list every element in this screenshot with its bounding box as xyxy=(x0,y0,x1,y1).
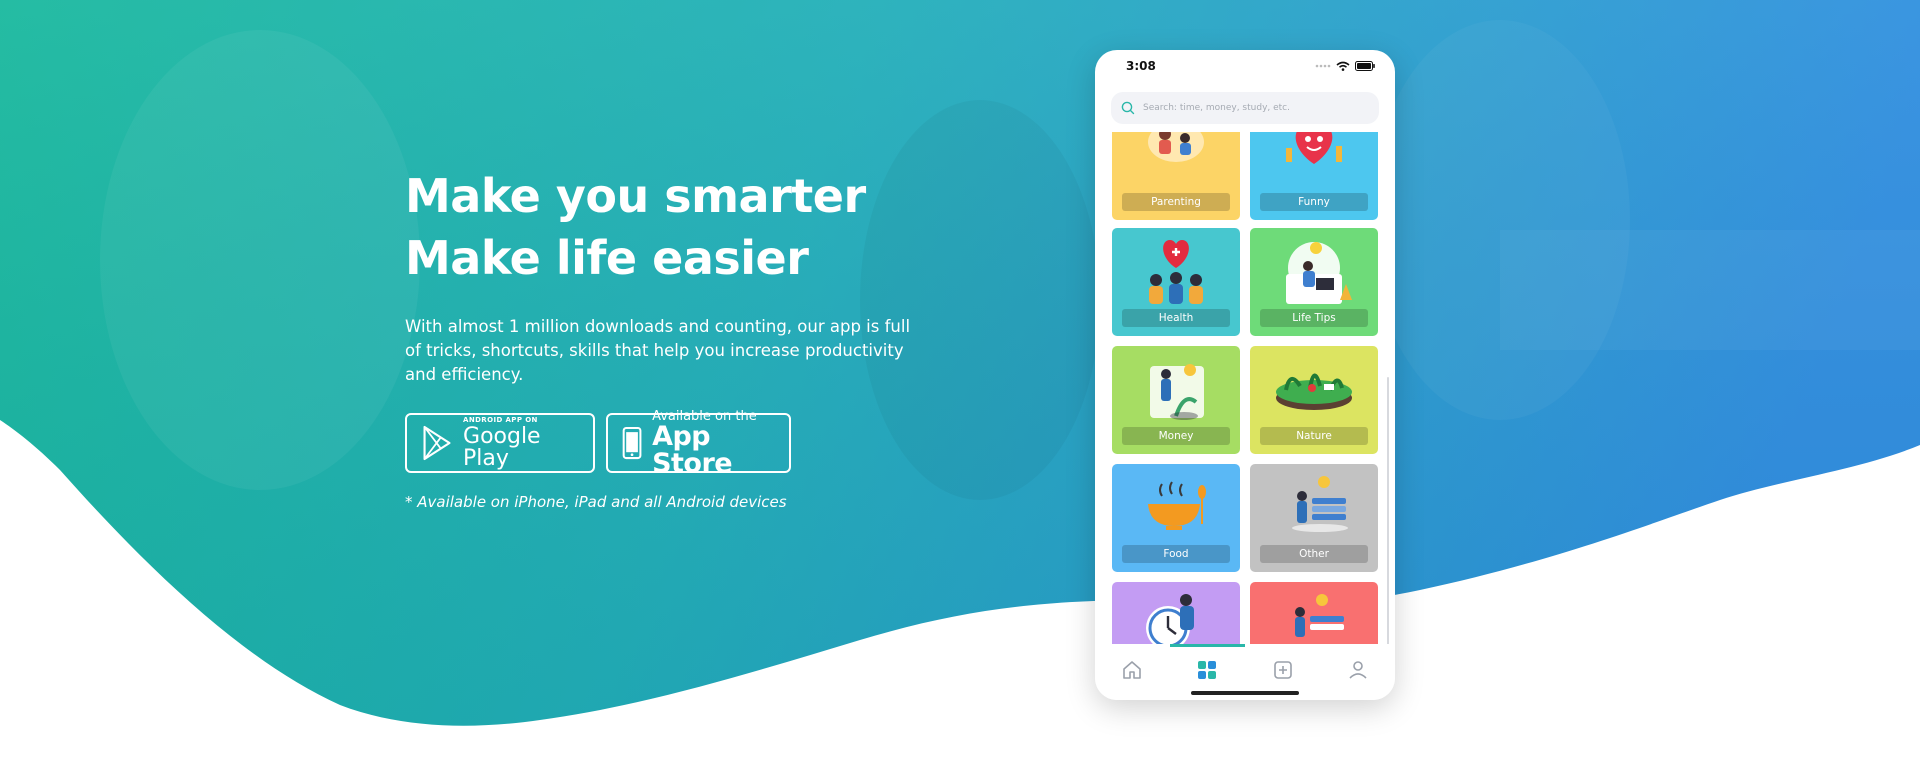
category-label: Life Tips xyxy=(1260,309,1368,327)
study-illustration-icon xyxy=(1295,594,1344,637)
search-input[interactable] xyxy=(1143,103,1363,113)
category-tile-time[interactable] xyxy=(1112,582,1240,644)
category-label: Funny xyxy=(1260,193,1368,211)
store-buttons: ANDROID APP ON Google Play Available on … xyxy=(405,410,965,477)
headline-line-2: Make life easier xyxy=(405,231,809,285)
wifi-icon xyxy=(1336,61,1350,71)
availability-note: * Available on iPhone, iPad and all Andr… xyxy=(405,493,787,511)
headline: Make you smarter Make life easier xyxy=(405,165,965,289)
category-label: Nature xyxy=(1260,427,1368,445)
home-icon[interactable] xyxy=(1120,658,1144,682)
search-box[interactable] xyxy=(1111,92,1379,124)
google-play-button[interactable]: ANDROID APP ON Google Play xyxy=(405,413,595,473)
play-triangle-icon xyxy=(423,425,451,461)
app-store-big-text: App Store xyxy=(652,420,733,479)
category-tile-study[interactable] xyxy=(1250,582,1378,644)
phone-mockup: 3:08 Search: time, money, study, etc. Pa… xyxy=(1095,50,1395,700)
category-tile-money[interactable]: Money xyxy=(1112,346,1240,454)
category-tile-nature[interactable]: Nature xyxy=(1250,346,1378,454)
battery-icon xyxy=(1355,61,1375,71)
grid-icon[interactable] xyxy=(1195,658,1219,682)
category-label: Money xyxy=(1122,427,1230,445)
phone-icon xyxy=(622,426,642,460)
category-label: Parenting xyxy=(1122,193,1230,211)
clock-illustration-icon xyxy=(1146,594,1194,644)
category-tile-funny[interactable]: Funny xyxy=(1250,132,1378,220)
status-bar: 3:08 xyxy=(1095,50,1395,90)
category-tile-life-tips[interactable]: Life Tips xyxy=(1250,228,1378,336)
profile-icon[interactable] xyxy=(1346,658,1370,682)
category-tile-other[interactable]: Other xyxy=(1250,464,1378,572)
home-indicator xyxy=(1191,691,1299,695)
app-store-button[interactable]: Available on the App Store xyxy=(606,410,791,477)
category-label: Health xyxy=(1122,309,1230,327)
google-play-small-text: ANDROID APP ON xyxy=(463,415,538,424)
headline-line-1: Make you smarter xyxy=(405,169,866,223)
category-grid: Parenting Funny Health Life Tips Money N… xyxy=(1095,132,1395,644)
active-tab-indicator xyxy=(1170,644,1245,647)
signal-icon xyxy=(1315,64,1331,68)
hero-copy: Make you smarter Make life easier With a… xyxy=(405,165,965,511)
search-icon xyxy=(1121,101,1135,115)
category-label: Food xyxy=(1122,545,1230,563)
category-tile-food[interactable]: Food xyxy=(1112,464,1240,572)
category-tile-parenting[interactable]: Parenting xyxy=(1112,132,1240,220)
category-tile-health[interactable]: Health xyxy=(1112,228,1240,336)
scrollbar[interactable] xyxy=(1387,377,1389,644)
add-icon[interactable] xyxy=(1271,658,1295,682)
category-label: Other xyxy=(1260,545,1368,563)
status-time: 3:08 xyxy=(1126,59,1156,73)
hero-subtext: With almost 1 million downloads and coun… xyxy=(405,317,911,384)
google-play-big-text: Google Play xyxy=(463,423,541,471)
